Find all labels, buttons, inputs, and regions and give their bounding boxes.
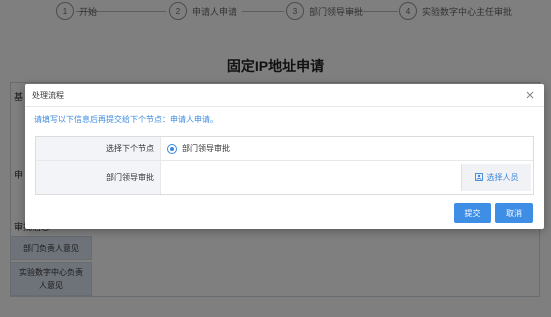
next-node-row: 选择下个节点 部门领导审批 xyxy=(36,137,533,161)
next-node-option: 部门领导审批 xyxy=(182,144,230,153)
radio-selected-icon xyxy=(167,143,177,154)
approver-label: 部门领导审批 xyxy=(36,161,161,194)
close-icon[interactable] xyxy=(524,89,536,101)
select-person-button[interactable]: 选择人员 xyxy=(461,164,531,191)
select-person-label: 选择人员 xyxy=(486,173,519,182)
next-node-radio[interactable]: 部门领导审批 xyxy=(167,143,230,154)
submit-button[interactable]: 提交 xyxy=(454,203,491,223)
approver-row: 部门领导审批 选择人员 xyxy=(36,161,533,194)
cancel-button[interactable]: 取消 xyxy=(495,203,533,223)
process-dialog: 处理流程 请填写以下信息后再提交给下个节点：申请人申请。 选择下个节点 部门领导… xyxy=(25,84,544,229)
person-icon xyxy=(474,172,483,183)
dialog-header: 处理流程 xyxy=(25,84,544,107)
next-node-label: 选择下个节点 xyxy=(36,137,161,160)
dialog-title: 处理流程 xyxy=(32,90,64,100)
dialog-hint: 请填写以下信息后再提交给下个节点：申请人申请。 xyxy=(34,115,218,124)
dialog-form-table: 选择下个节点 部门领导审批 部门领导审批 选择人员 xyxy=(35,136,534,195)
